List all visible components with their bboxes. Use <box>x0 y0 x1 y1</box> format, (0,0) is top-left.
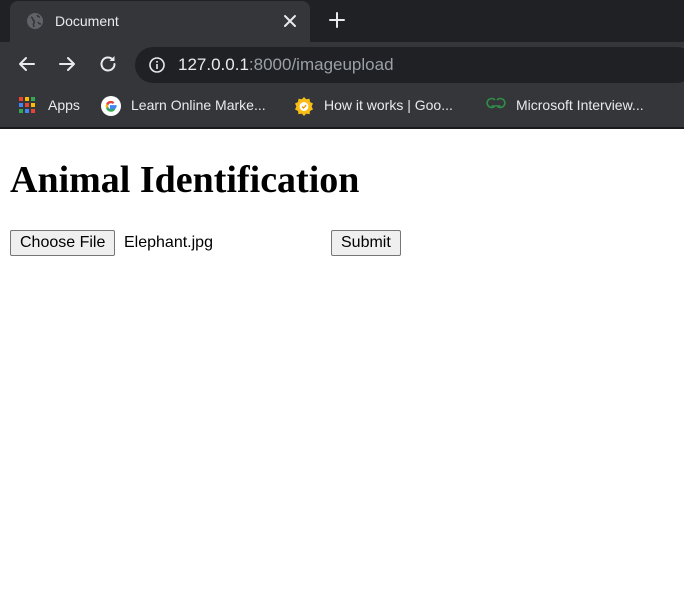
bookmark-label: How it works | Goo... <box>324 97 453 113</box>
gfg-icon <box>486 96 506 114</box>
url-host: 127.0.0.1 <box>178 55 249 74</box>
arrow-left-icon[interactable] <box>16 53 38 75</box>
choose-file-button[interactable]: Choose File <box>10 230 116 256</box>
browser-toolbar: 127.0.0.1:8000/imageupload <box>0 42 684 88</box>
bookmark-microsoft-interview[interactable]: Microsoft Interview... <box>486 88 644 122</box>
apps-grid-icon <box>18 96 36 114</box>
bookmark-label: Learn Online Marke... <box>131 97 266 113</box>
arrow-right-icon[interactable] <box>56 53 78 75</box>
globe-icon <box>26 12 44 30</box>
url-text[interactable]: 127.0.0.1:8000/imageupload <box>178 55 394 75</box>
address-bar[interactable]: 127.0.0.1:8000/imageupload <box>135 47 684 83</box>
bookmark-learn-online[interactable]: Learn Online Marke... <box>101 88 266 122</box>
bookmark-how-it-works[interactable]: How it works | Goo... <box>294 88 453 122</box>
tab-strip: Document <box>0 0 684 42</box>
tab-title: Document <box>55 13 119 29</box>
bookmark-label: Microsoft Interview... <box>516 97 644 113</box>
reload-icon[interactable] <box>97 53 119 75</box>
close-icon[interactable] <box>282 13 298 29</box>
plus-icon[interactable] <box>328 11 346 29</box>
url-path: :8000/imageupload <box>248 55 394 74</box>
page-title: Animal Identification <box>10 159 360 201</box>
badge-icon <box>294 96 313 116</box>
google-icon <box>101 96 121 116</box>
page-content: Animal Identification Choose File Elepha… <box>0 129 684 594</box>
info-icon[interactable] <box>149 57 165 73</box>
bookmarks-bar: Apps Learn Online Marke... How it works … <box>0 88 684 127</box>
bookmark-apps[interactable]: Apps <box>18 88 80 122</box>
bookmark-label: Apps <box>48 97 80 113</box>
submit-button[interactable]: Submit <box>331 230 401 256</box>
selected-file-name: Elephant.jpg <box>124 234 213 251</box>
tab-document[interactable]: Document <box>10 1 310 42</box>
